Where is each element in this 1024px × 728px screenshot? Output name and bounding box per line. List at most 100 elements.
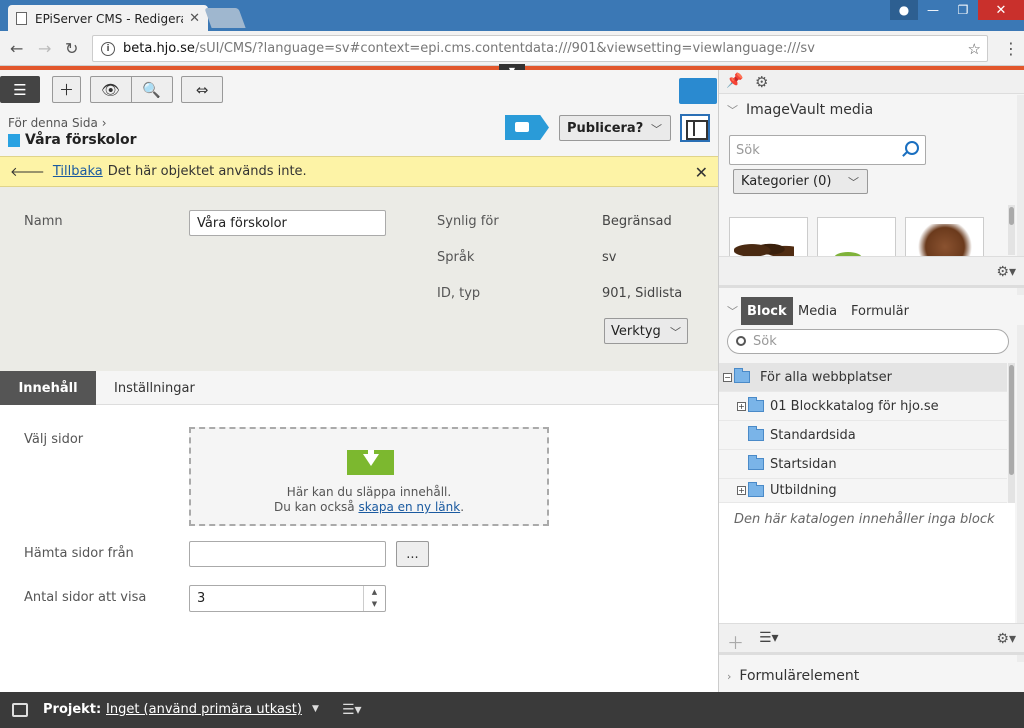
gear-icon[interactable]: ⚙▾	[996, 264, 1016, 280]
library-tabs: ﹀ Block Media Formulär	[719, 295, 1024, 325]
count-label: Antal sidor att visa	[24, 590, 147, 605]
breadcrumb[interactable]: För denna Sida ›	[8, 116, 107, 130]
close-tab-icon[interactable]: ✕	[189, 11, 200, 26]
tools-button[interactable]: Verktyg ﹀	[604, 318, 688, 344]
project-list-icon[interactable]: ☰▾	[342, 702, 362, 718]
imagevault-search-input[interactable]: Sök	[729, 135, 926, 165]
add-icon[interactable]: ＋	[727, 629, 744, 654]
spinner-down-icon[interactable]: ▼	[364, 598, 385, 610]
tree-item[interactable]: Startsidan	[719, 450, 1007, 479]
view-settings-icon[interactable]: 🔍	[132, 77, 173, 102]
language-label: Språk	[437, 250, 475, 265]
new-tab-button[interactable]	[204, 8, 246, 28]
tree-item-label: Utbildning	[770, 483, 837, 498]
panel-scrollbar[interactable]	[1017, 95, 1024, 665]
tab-settings[interactable]: Inställningar	[114, 381, 195, 396]
form-elements-header[interactable]: › Formulärelement	[719, 662, 1024, 690]
tree-item-label: Startsidan	[770, 456, 837, 472]
url-input[interactable]: i beta.hjo.se/sUI/CMS/?language=sv#conte…	[92, 35, 988, 62]
tab-media[interactable]: Media	[792, 297, 843, 325]
close-notice-icon[interactable]: ✕	[695, 163, 708, 182]
editor-toolbar: ☰ ＋ 👁 🔍 ⇔ För denna Sida › Våra förskolo…	[0, 70, 718, 156]
collapse-icon[interactable]: −	[723, 372, 732, 382]
tree-item[interactable]: Standardsida	[719, 421, 1007, 450]
media-thumbnail[interactable]	[905, 217, 984, 256]
gear-icon[interactable]: ⚙▾	[996, 631, 1016, 647]
tree-item-root[interactable]: − För alla webbplatser	[719, 363, 1007, 392]
view-toggle-group: 👁 🔍	[90, 76, 173, 103]
editor-area: ☰ ＋ 👁 🔍 ⇔ För denna Sida › Våra förskolo…	[0, 70, 718, 692]
search-icon[interactable]	[905, 141, 919, 155]
layout-toggle-button[interactable]	[680, 114, 710, 142]
list-menu-icon[interactable]: ☰▾	[759, 630, 779, 646]
comments-button[interactable]	[505, 115, 549, 140]
category-dropdown[interactable]: Kategorier (0) ﹀	[733, 169, 868, 194]
count-input[interactable]: 3 ▲ ▼	[189, 585, 386, 612]
media-thumbnail[interactable]	[729, 217, 808, 256]
project-icon[interactable]	[12, 703, 28, 717]
fetch-from-input[interactable]	[189, 541, 386, 567]
imagevault-scrollbar[interactable]	[1008, 205, 1015, 255]
id-type-label: ID, typ	[437, 286, 481, 301]
close-window-icon[interactable]: ✕	[978, 0, 1024, 20]
spinner-up-icon[interactable]: ▲	[364, 586, 385, 598]
back-link[interactable]: Tillbaka	[53, 164, 103, 179]
back-arrow-icon[interactable]: ←	[10, 39, 23, 58]
media-thumbnail[interactable]	[817, 217, 896, 256]
chevron-down-icon[interactable]: ﹀	[727, 303, 738, 319]
caret-down-icon[interactable]: ▼	[312, 704, 319, 714]
minimize-icon[interactable]: —	[918, 0, 948, 20]
compare-button[interactable]: ⇔	[181, 76, 223, 103]
project-bar: Projekt: Inget (använd primära utkast) ▼…	[0, 692, 1024, 728]
back-arrow-icon: 🡐	[10, 164, 45, 180]
publish-button[interactable]: Publicera? ﹀	[559, 115, 671, 141]
content-dropzone[interactable]: Här kan du släppa innehåll. Du kan också…	[189, 427, 549, 526]
visible-for-label: Synlig för	[437, 214, 499, 229]
pin-icon[interactable]: 📌	[726, 73, 743, 91]
tab-content[interactable]: Innehåll	[0, 371, 96, 405]
project-label: Projekt:	[43, 702, 102, 717]
bookmark-star-icon[interactable]: ☆	[968, 40, 981, 58]
preview-eye-icon[interactable]: 👁	[91, 77, 132, 102]
tree-item[interactable]: + 01 Blockkatalog för hjo.se	[719, 392, 1007, 421]
browser-tab[interactable]: EPiServer CMS - Redigera ✕	[8, 5, 208, 32]
tree-scrollbar[interactable]	[1008, 363, 1015, 503]
name-input[interactable]: Våra förskolor	[189, 210, 386, 236]
create-link[interactable]: skapa en ny länk	[358, 500, 460, 514]
browser-titlebar: EPiServer CMS - Redigera ✕ ● — ❐ ✕	[0, 0, 1024, 32]
reload-icon[interactable]: ↻	[65, 39, 78, 58]
maximize-icon[interactable]: ❐	[948, 0, 978, 20]
page-tree-button[interactable]: ☰	[0, 76, 40, 103]
project-selector[interactable]: Inget (använd primära utkast)	[106, 702, 302, 717]
imagevault-title: ImageVault media	[746, 102, 874, 118]
page-title-text: Våra förskolor	[25, 132, 137, 148]
expand-icon[interactable]: +	[737, 401, 746, 411]
assets-pane-button[interactable]	[679, 78, 717, 104]
tree-item[interactable]: + Utbildning	[719, 479, 1007, 503]
browser-menu-icon[interactable]: ⋮	[1003, 39, 1019, 58]
tab-forms[interactable]: Formulär	[845, 297, 915, 325]
browse-button[interactable]: ...	[396, 541, 429, 567]
folder-icon	[748, 426, 764, 441]
add-button[interactable]: ＋	[52, 76, 81, 103]
tree-item-label: Standardsida	[770, 427, 856, 443]
info-icon[interactable]: i	[101, 41, 115, 56]
id-type-value: 901, Sidlista	[602, 286, 683, 301]
expand-icon[interactable]: +	[737, 486, 746, 495]
tree-item-label: 01 Blockkatalog för hjo.se	[770, 398, 939, 414]
chevron-right-icon: ›	[727, 669, 732, 683]
address-bar: ← → ↻ i beta.hjo.se/sUI/CMS/?language=sv…	[0, 31, 1024, 66]
visible-for-value[interactable]: Begränsad	[602, 214, 672, 229]
library-search-placeholder: Sök	[753, 334, 777, 349]
category-label: Kategorier (0)	[741, 174, 832, 189]
tab-block[interactable]: Block	[741, 297, 793, 325]
breadcrumb-label: För denna Sida	[8, 116, 98, 130]
url-host: beta.hjo.se	[123, 41, 195, 56]
forward-arrow-icon[interactable]: →	[38, 39, 51, 58]
folder-icon	[748, 455, 764, 470]
imagevault-header[interactable]: ﹀ ImageVault media	[719, 96, 1024, 124]
library-search-input[interactable]: Sök	[727, 329, 1009, 354]
user-icon[interactable]: ●	[890, 0, 918, 20]
gear-icon[interactable]: ⚙	[755, 73, 768, 91]
form-elements-title: Formulärelement	[739, 668, 860, 684]
